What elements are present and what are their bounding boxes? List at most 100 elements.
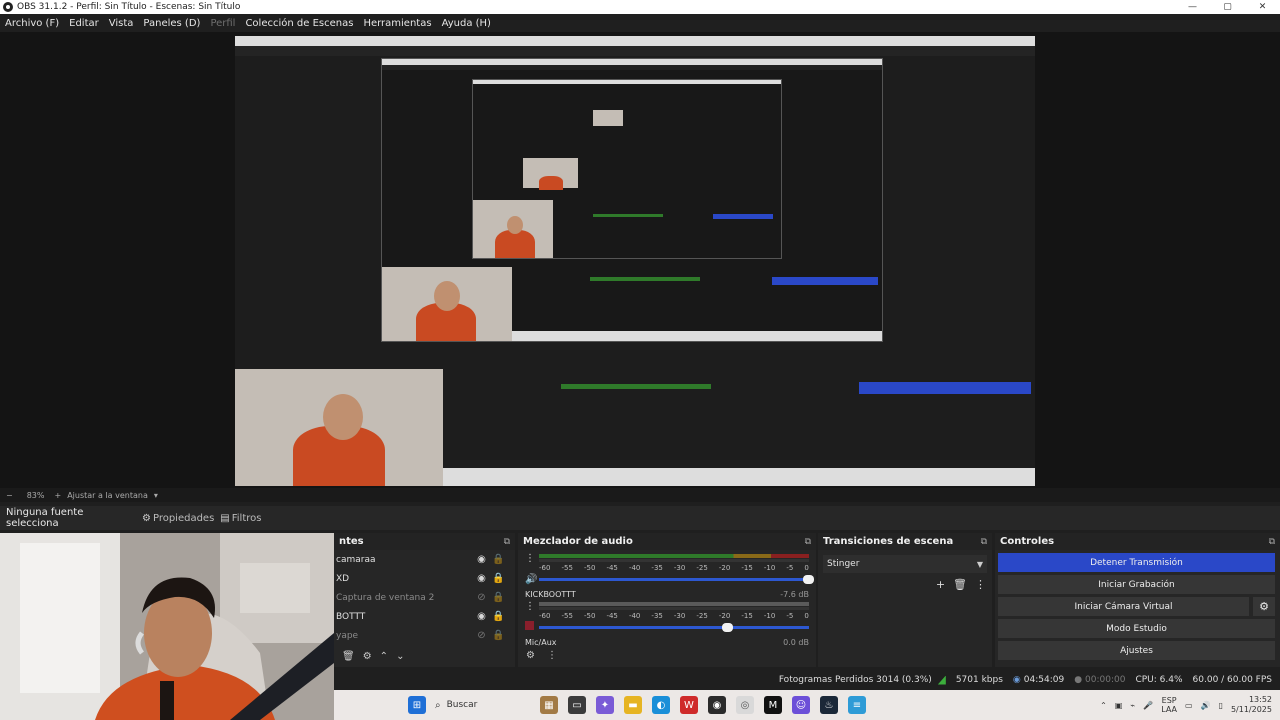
eye-icon[interactable]: ◉ [473,573,490,584]
undock-icon[interactable]: ⧉ [805,537,811,547]
menu-perfil[interactable]: Perfil [205,18,240,29]
webcam-overlay [0,533,334,720]
studio-mode-button[interactable]: Modo Estudio [998,619,1275,638]
eye-icon[interactable]: ◉ [473,611,490,622]
eye-hidden-icon[interactable]: ⊘ [473,592,490,603]
taskbar-search[interactable]: ⌕ Buscar [435,694,535,716]
obs-icon[interactable]: ◉ [708,696,726,714]
discord-icon[interactable]: ☺ [792,696,810,714]
app-circle-icon[interactable]: ◎ [736,696,754,714]
menu-editar[interactable]: Editar [64,18,104,29]
chevron-up-icon[interactable]: ⌃ [1100,701,1107,710]
chevron-down-icon: ▼ [976,559,983,569]
source-name: XD [336,573,350,584]
lock-icon[interactable]: 🔒 [490,611,507,622]
undock-icon[interactable]: ⧉ [981,537,987,547]
meter-tick: -15 [741,564,753,572]
record-icon: ● [1074,675,1083,685]
eye-icon[interactable]: ◉ [473,554,490,565]
stop-stream-button[interactable]: Detener Transmisión [998,553,1275,572]
steam-icon[interactable]: ♨ [820,696,838,714]
source-row[interactable]: yape ⊘ 🔒 [334,626,515,645]
task-view-icon[interactable]: ▭ [568,696,586,714]
move-down-icon[interactable]: ⌄ [396,651,404,662]
meter-tick: -60 [539,564,551,572]
trash-icon[interactable]: 🗑 [953,578,967,591]
copilot-icon[interactable]: ✦ [596,696,614,714]
chevron-down-icon[interactable]: ▾ [154,491,158,500]
source-row[interactable]: XD ◉ 🔒 [334,569,515,588]
unlock-icon[interactable]: 🔒 [490,554,507,565]
virtual-camera-settings-button[interactable]: ⚙ [1253,597,1275,616]
search-icon: ⌕ [435,699,441,711]
widgets-icon[interactable]: ▦ [540,696,558,714]
menu-herramientas[interactable]: Herramientas [358,18,436,29]
volume-icon[interactable]: 🔊 [1201,701,1211,710]
file-explorer-icon[interactable]: ▬ [624,696,642,714]
menu-coleccion-escenas[interactable]: Colección de Escenas [240,18,358,29]
more-options-icon[interactable]: ⋮ [975,578,986,591]
zoom-in-button[interactable]: + [54,491,61,500]
fader-knob[interactable] [722,622,733,632]
language-indicator[interactable]: ESP LAA [1161,696,1177,714]
mic-icon[interactable]: 🎤 [1143,701,1153,710]
channel-menu-icon[interactable]: ⋮ [525,553,539,564]
minimize-button[interactable]: — [1175,0,1210,14]
gear-icon[interactable]: ⚙ [363,651,372,662]
trash-icon[interactable]: 🗑 [342,651,355,662]
close-button[interactable]: ✕ [1245,0,1280,14]
move-up-icon[interactable]: ⌃ [380,651,388,662]
network-icon[interactable]: ▭ [1185,701,1193,710]
fader-knob[interactable] [803,574,814,584]
zoom-out-button[interactable]: − [6,491,13,500]
menu-archivo[interactable]: Archivo (F) [0,18,64,29]
volume-fader[interactable] [539,574,814,584]
app-tray-icon[interactable]: ▣ [1115,701,1123,710]
add-icon[interactable]: + [936,578,945,591]
mute-icon[interactable] [525,621,539,633]
windows-start-icon[interactable]: ⊞ [408,696,426,714]
menu-vista[interactable]: Vista [104,18,139,29]
transitions-title: Transiciones de escena [823,536,954,547]
transition-select[interactable]: Stinger ▼ [823,555,987,573]
source-row[interactable]: Captura de ventana 2 ⊘ 🔒 [334,588,515,607]
clock[interactable]: 13:52 5/11/2025 [1231,695,1272,715]
volume-fader[interactable] [539,622,809,632]
more-options-icon[interactable]: ⋮ [547,650,557,661]
mixer-title: Mezclador de audio [523,536,633,547]
undock-icon[interactable]: ⧉ [1269,537,1275,547]
app-doc-icon[interactable]: ≡ [848,696,866,714]
unlock-icon[interactable]: 🔒 [490,592,507,603]
eye-hidden-icon[interactable]: ⊘ [473,630,490,641]
app-m-icon[interactable]: M [764,696,782,714]
start-virtual-camera-button[interactable]: Iniciar Cámara Virtual [998,597,1249,616]
source-row[interactable]: BOTTT ◉ 🔒 [334,607,515,626]
unlock-icon[interactable]: 🔒 [490,630,507,641]
properties-button[interactable]: ⚙ Propiedades [142,513,214,524]
preview-canvas[interactable] [235,36,1035,486]
menu-paneles[interactable]: Paneles (D) [138,18,205,29]
battery-icon[interactable]: ▯ [1219,701,1223,710]
start-recording-button[interactable]: Iniciar Grabación [998,575,1275,594]
app-red-icon[interactable]: W [680,696,698,714]
source-row[interactable]: camaraa ◉ 🔒 [334,550,515,569]
filters-button[interactable]: ▤ Filtros [220,513,261,524]
channel-menu-icon[interactable]: ⋮ [525,601,539,612]
edge-browser-icon[interactable]: ◐ [652,696,670,714]
usb-icon[interactable]: ⌁ [1130,701,1135,710]
menu-ayuda[interactable]: Ayuda (H) [437,18,496,29]
volume-meter [539,552,809,564]
settings-button[interactable]: Ajustes [998,641,1275,660]
channel-db: 0.0 dB [783,638,809,647]
fit-to-window-button[interactable]: Ajustar a la ventana [67,491,148,500]
meter-tick: -35 [651,564,663,572]
undock-icon[interactable]: ⧉ [504,537,510,547]
mixer-toolbar: ⚙ ⋮ [518,648,816,663]
dropped-frames: Fotogramas Perdidos 3014 (0.3%) [778,675,932,685]
speaker-icon[interactable]: 🔊 [525,574,539,585]
maximize-button[interactable]: ▢ [1210,0,1245,14]
lock-icon[interactable]: 🔒 [490,573,507,584]
meter-tick: -45 [606,564,618,572]
mixer-settings-icon[interactable]: ⚙ [526,650,535,661]
meter-tick: -55 [561,564,573,572]
